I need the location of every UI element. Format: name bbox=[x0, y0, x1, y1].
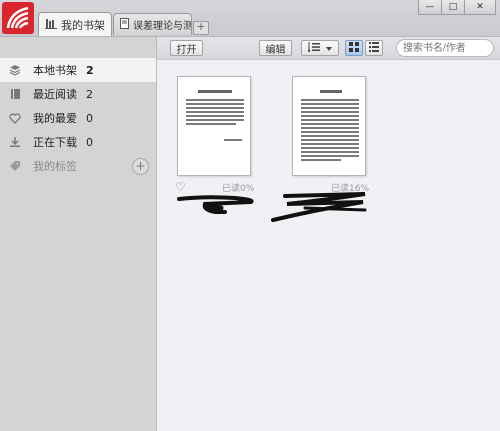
page-text-line bbox=[186, 103, 244, 105]
page-text-line bbox=[301, 159, 341, 161]
download-icon bbox=[9, 136, 21, 148]
page-text-line bbox=[301, 99, 359, 101]
sidebar-item-label: 我的最爱 bbox=[33, 112, 77, 125]
sidebar-item-tags[interactable]: 我的标签 + bbox=[0, 154, 156, 178]
page-text-line bbox=[301, 107, 359, 109]
title-bar: 我的书架 误差理论与测... + — □ ✕ bbox=[0, 0, 500, 37]
minimize-button[interactable]: — bbox=[418, 0, 442, 15]
tab-book[interactable]: 误差理论与测... bbox=[113, 13, 192, 35]
sidebar-item-label: 正在下载 bbox=[33, 136, 77, 149]
tab-bookshelf[interactable]: 我的书架 bbox=[38, 12, 112, 36]
window-controls: — □ ✕ bbox=[418, 0, 496, 16]
page-text-line bbox=[186, 123, 236, 125]
layers-icon bbox=[9, 64, 21, 76]
book-cover[interactable] bbox=[177, 76, 251, 176]
app-window: 我的书架 误差理论与测... + — □ ✕ 本地书架 2 最 bbox=[0, 0, 500, 431]
redaction-scribble bbox=[177, 192, 367, 222]
sort-dropdown[interactable] bbox=[301, 40, 339, 56]
page-text-line bbox=[301, 123, 359, 125]
add-tag-button[interactable]: + bbox=[132, 157, 149, 175]
page-text-line bbox=[301, 131, 359, 133]
sidebar-item-local-shelf[interactable]: 本地书架 2 bbox=[0, 58, 156, 82]
sidebar-item-downloading[interactable]: 正在下载 0 bbox=[0, 130, 156, 154]
book-icon bbox=[120, 17, 129, 32]
app-logo-icon[interactable] bbox=[2, 2, 34, 34]
search-input[interactable] bbox=[396, 39, 494, 57]
bookshelf-icon bbox=[45, 18, 57, 32]
new-tab-button[interactable]: + bbox=[193, 21, 209, 35]
sidebar-item-label: 本地书架 bbox=[33, 64, 77, 77]
page-title-line bbox=[198, 90, 232, 93]
page-title-line bbox=[320, 90, 342, 93]
sidebar-item-recent[interactable]: 最近阅读 2 bbox=[0, 82, 156, 106]
page-text-line bbox=[301, 135, 359, 137]
sort-list-icon bbox=[307, 41, 322, 55]
close-button[interactable]: ✕ bbox=[464, 0, 496, 15]
page-text-line bbox=[186, 119, 244, 121]
page-text-line bbox=[301, 111, 359, 113]
open-button[interactable]: 打开 bbox=[170, 40, 203, 56]
page-text-line bbox=[186, 107, 244, 109]
page-text-line bbox=[224, 139, 242, 141]
heart-icon bbox=[9, 112, 21, 124]
grid-icon bbox=[349, 41, 359, 55]
list-view-button[interactable] bbox=[365, 40, 383, 56]
page-text-line bbox=[301, 143, 359, 145]
maximize-button[interactable]: □ bbox=[441, 0, 465, 15]
tag-icon bbox=[9, 160, 21, 172]
page-text-line bbox=[301, 151, 359, 153]
tab-label: 误差理论与测... bbox=[133, 21, 192, 32]
page-text-line bbox=[301, 119, 359, 121]
sidebar-item-count: 0 bbox=[86, 111, 93, 125]
sidebar-item-label: 我的标签 bbox=[33, 160, 77, 173]
sidebar-item-count: 0 bbox=[86, 135, 93, 149]
page-text-line bbox=[301, 139, 359, 141]
sidebar-item-label: 最近阅读 bbox=[33, 88, 77, 101]
book-icon bbox=[9, 88, 21, 100]
page-text-line bbox=[186, 111, 244, 113]
page-text-line bbox=[186, 99, 244, 101]
page-text-line bbox=[301, 115, 359, 117]
list-icon bbox=[369, 41, 379, 55]
sidebar-item-count: 2 bbox=[86, 63, 94, 77]
page-text-line bbox=[301, 103, 359, 105]
sidebar: 本地书架 2 最近阅读 2 我的最爱 0 正在下载 0 我的标签 + bbox=[0, 37, 157, 431]
sidebar-item-count: 2 bbox=[86, 87, 93, 101]
book-cover[interactable] bbox=[292, 76, 366, 176]
page-text-line bbox=[301, 127, 359, 129]
tab-label: 我的书架 bbox=[61, 18, 105, 32]
page-text-line bbox=[301, 147, 359, 149]
page-text-line bbox=[301, 155, 359, 157]
chevron-down-icon bbox=[326, 43, 332, 54]
page-text-line bbox=[186, 115, 244, 117]
edit-button[interactable]: 编辑 bbox=[259, 40, 292, 56]
grid-view-button[interactable] bbox=[345, 40, 363, 56]
sidebar-item-favorites[interactable]: 我的最爱 0 bbox=[0, 106, 156, 130]
